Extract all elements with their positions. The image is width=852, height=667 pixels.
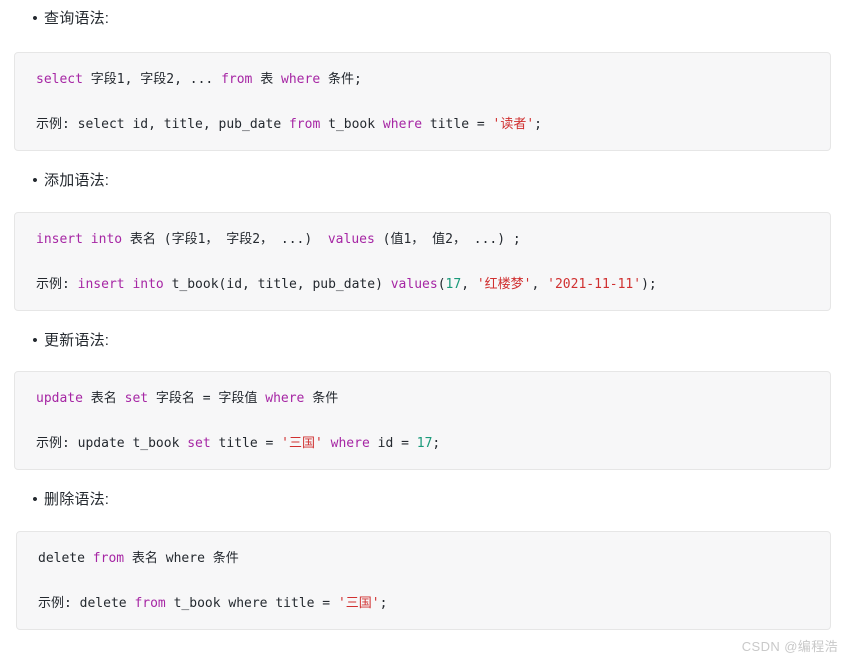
- code-token: where: [281, 72, 321, 87]
- code-line-query-syntax: select 字段1, 字段2, ... from 表 where 条件;: [15, 53, 830, 90]
- code-token: select: [36, 72, 83, 87]
- code-token: where: [330, 436, 370, 451]
- code-token: from: [288, 117, 321, 132]
- code-token: where: [265, 391, 305, 406]
- code-token: 示例: update t_book: [36, 436, 188, 451]
- code-block-insert: insert into 表名 (字段1， 字段2， ...) values (值…: [14, 212, 831, 311]
- code-token: '三国': [337, 596, 380, 611]
- code-token: where: [382, 117, 423, 132]
- code-token: 表名 (字段1， 字段2， ...): [122, 232, 328, 247]
- code-block-query: select 字段1, 字段2, ... from 表 where 条件; 示例…: [14, 52, 831, 151]
- code-token: (值1， 值2， ...) ;: [374, 232, 521, 247]
- section-heading-update: 更新语法:: [44, 332, 110, 349]
- code-token: insert into: [77, 277, 164, 292]
- section-heading-insert: 添加语法:: [44, 172, 110, 189]
- code-block-update: update 表名 set 字段名 = 字段值 where 条件 示例: upd…: [14, 371, 831, 470]
- code-token: t_book(id, title, pub_date): [163, 277, 391, 292]
- code-token: from: [134, 596, 166, 611]
- code-token: '三国': [281, 436, 323, 451]
- code-token: 表名: [82, 391, 125, 406]
- code-line-insert-syntax: insert into 表名 (字段1， 字段2， ...) values (值…: [15, 213, 830, 250]
- code-token: id =: [369, 436, 417, 451]
- code-token: set: [124, 391, 149, 406]
- code-token: 示例:: [36, 277, 78, 292]
- code-token: values: [327, 232, 375, 247]
- code-token: t_book: [320, 117, 383, 132]
- code-token: delete: [38, 551, 93, 566]
- code-line-update-syntax: update 表名 set 字段名 = 字段值 where 条件: [15, 372, 830, 409]
- code-token: 17: [445, 277, 462, 292]
- code-token: '2021-11-11': [547, 277, 642, 292]
- code-token: insert into: [36, 232, 123, 247]
- code-token: title =: [422, 117, 493, 132]
- code-token: 条件;: [320, 72, 362, 87]
- code-line-insert-example: 示例: insert into t_book(id, title, pub_da…: [15, 250, 830, 295]
- code-token: '读者': [492, 117, 535, 132]
- code-block-delete: delete from 表名 where 条件 示例: delete from …: [16, 531, 831, 630]
- code-token: 表: [252, 72, 282, 87]
- code-token: from: [92, 551, 125, 566]
- code-line-delete-syntax: delete from 表名 where 条件: [17, 532, 830, 569]
- code-token: 表名 where 条件: [124, 551, 239, 566]
- list-item-query-syntax: • 查询语法:: [0, 8, 109, 30]
- code-token: title =: [210, 436, 282, 451]
- document-page: • 查询语法: select 字段1, 字段2, ... from 表 wher…: [0, 0, 852, 667]
- bullet-icon: •: [32, 332, 38, 349]
- bullet-icon: •: [32, 172, 38, 189]
- code-token: ,: [531, 277, 548, 292]
- bullet-icon: •: [32, 491, 38, 508]
- code-token: 字段1, 字段2, ...: [82, 72, 222, 87]
- section-heading-query: 查询语法:: [44, 10, 110, 27]
- code-token: update: [36, 391, 83, 406]
- code-line-query-example: 示例: select id, title, pub_date from t_bo…: [15, 90, 830, 135]
- code-token: 条件: [304, 391, 339, 406]
- code-token: set: [187, 436, 211, 451]
- list-item-update-syntax: • 更新语法:: [0, 330, 109, 352]
- code-token: (: [437, 277, 446, 292]
- code-line-delete-example: 示例: delete from t_book where title = '三国…: [17, 569, 830, 614]
- code-line-update-example: 示例: update t_book set title = '三国' where…: [15, 409, 830, 454]
- code-token: ;: [534, 117, 542, 132]
- bullet-icon: •: [32, 10, 38, 27]
- csdn-watermark: CSDN @编程浩: [741, 639, 838, 654]
- code-token: values: [390, 277, 438, 292]
- list-item-insert-syntax: • 添加语法:: [0, 170, 109, 192]
- code-token: ,: [461, 277, 477, 292]
- code-token: ;: [432, 436, 441, 451]
- code-token: 示例: select id, title, pub_date: [36, 117, 289, 132]
- code-token: '红楼梦': [476, 277, 532, 292]
- code-token: from: [221, 72, 253, 87]
- code-token: );: [641, 277, 657, 292]
- code-token: 字段名 = 字段值: [148, 391, 266, 406]
- code-token: 17: [416, 436, 433, 451]
- code-token: t_book where title =: [165, 596, 338, 611]
- code-token: ;: [379, 596, 388, 611]
- code-token: 示例: delete: [38, 596, 135, 611]
- list-item-delete-syntax: • 删除语法:: [0, 489, 109, 511]
- section-heading-delete: 删除语法:: [44, 491, 110, 508]
